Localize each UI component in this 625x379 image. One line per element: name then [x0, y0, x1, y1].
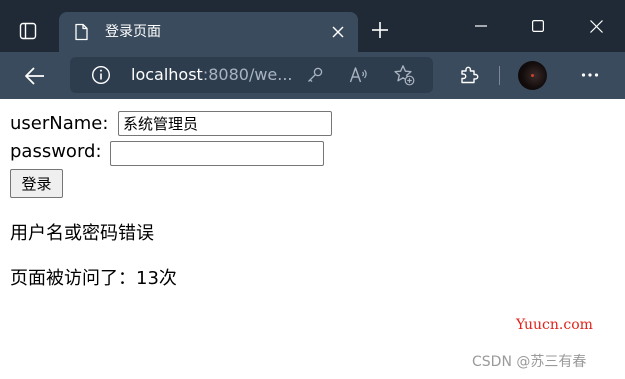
minimize-button[interactable] [465, 10, 497, 42]
tab-close-button[interactable] [328, 22, 348, 42]
error-message: 用户名或密码错误 [10, 223, 154, 244]
extensions-button[interactable] [456, 62, 482, 88]
username-label: userName: [10, 113, 109, 134]
key-icon [308, 67, 323, 83]
profile-avatar[interactable] [518, 61, 547, 90]
tab-strip: 登录页面 [0, 0, 625, 52]
minimize-icon [475, 25, 487, 27]
close-icon [332, 26, 344, 38]
read-aloud-button[interactable] [348, 64, 370, 86]
password-label: password: [10, 141, 102, 162]
password-input[interactable] [110, 141, 324, 166]
login-button[interactable]: 登录 [10, 169, 63, 198]
favorites-add-icon [394, 65, 415, 86]
page-icon [75, 23, 88, 41]
window-close-button[interactable] [580, 10, 612, 42]
tab-active[interactable]: 登录页面 [59, 12, 358, 52]
toolbar: localhost:8080/we... [0, 52, 625, 99]
toolbar-divider [499, 66, 500, 85]
site-watermark: Yuucn.com [516, 317, 593, 333]
more-icon [581, 73, 599, 77]
back-arrow-icon [25, 67, 44, 85]
csdn-watermark: CSDN @苏三有春 [472, 354, 587, 370]
tab-actions-icon [19, 22, 37, 40]
extensions-icon [461, 66, 479, 84]
close-icon [589, 19, 603, 33]
password-row: password: [10, 141, 102, 163]
plus-icon [372, 22, 388, 38]
info-icon[interactable] [91, 65, 111, 85]
maximize-icon [532, 20, 544, 32]
new-tab-button[interactable] [368, 18, 392, 42]
more-button[interactable] [577, 62, 603, 88]
maximize-button[interactable] [522, 10, 554, 42]
page-content: userName: password: 登录 用户名或密码错误 页面被访问了：1… [0, 99, 625, 379]
browser-window: 登录页面 localhost:8080/we... userName: 系统管理… [0, 0, 625, 379]
tab-title: 登录页面 [105, 24, 161, 40]
address-bar[interactable]: localhost:8080/we... [70, 57, 433, 93]
username-row: userName: [10, 113, 108, 135]
visit-count-message: 页面被访问了：13次 [10, 268, 177, 289]
back-button[interactable] [20, 61, 50, 91]
avatar-detail [531, 74, 534, 77]
url-text[interactable]: localhost:8080/we... [131, 65, 293, 85]
add-favorite-button[interactable] [393, 64, 415, 86]
password-key-button[interactable] [304, 64, 326, 86]
username-input[interactable] [118, 111, 332, 136]
read-aloud-icon [349, 67, 367, 83]
tab-actions-button[interactable] [10, 13, 46, 49]
url-host: localhost [131, 65, 203, 84]
url-path: :8080/we... [202, 65, 293, 84]
